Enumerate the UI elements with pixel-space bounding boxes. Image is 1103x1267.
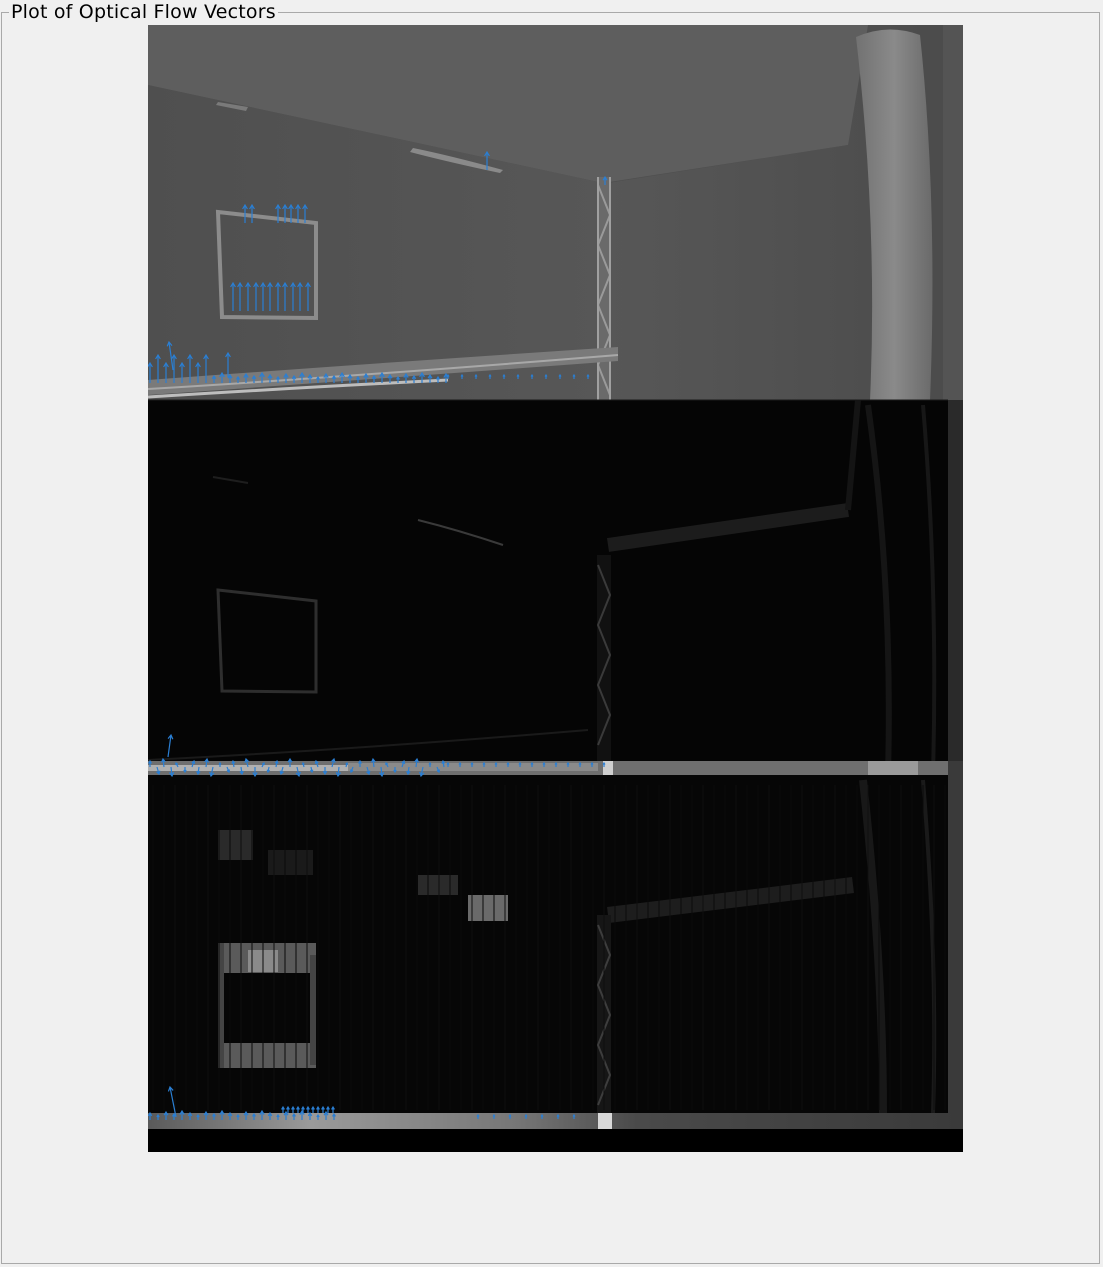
frame-current bbox=[148, 25, 963, 400]
plot-axes[interactable] bbox=[148, 25, 963, 1152]
frame-difference-2 bbox=[148, 775, 963, 1152]
frame-difference-1 bbox=[148, 399, 963, 776]
optical-flow-image bbox=[148, 25, 963, 1152]
panel-title: Plot of Optical Flow Vectors bbox=[9, 1, 278, 23]
